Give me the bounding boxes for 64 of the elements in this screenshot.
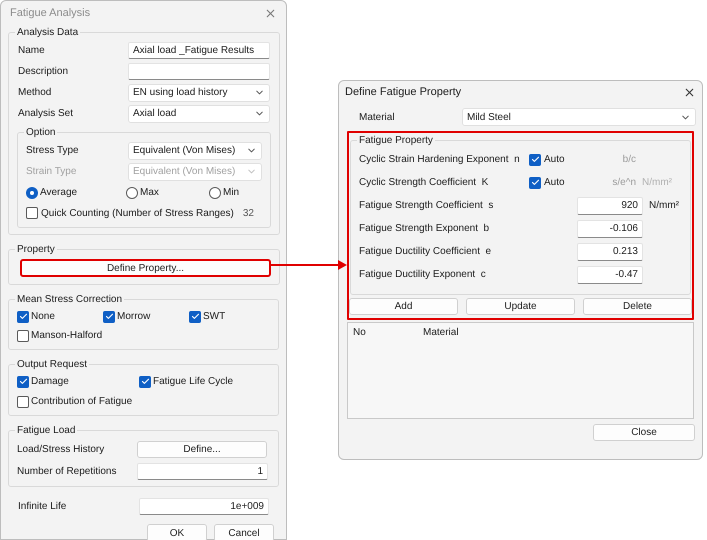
- dialog-button[interactable]: Close: [593, 424, 695, 441]
- field-label: Number of Repetitions: [17, 464, 118, 478]
- field-label: Material: [359, 110, 396, 124]
- field-label: Name: [17, 44, 46, 58]
- window-title: Define Fatigue Property: [345, 84, 462, 100]
- checkbox-label: Manson-Halford: [31, 329, 102, 343]
- group-label: Analysis Data: [16, 26, 80, 40]
- radio-label: Max: [140, 186, 159, 200]
- field-label: Fatigue Strength Coefficient s: [359, 199, 494, 213]
- checkbox-label: Quick Counting (Number of Stress Ranges): [41, 206, 235, 220]
- dialog-button[interactable]: Define Property...: [20, 259, 271, 277]
- formula-text: b/c: [622, 153, 636, 167]
- checkbox-label: SWT: [203, 310, 226, 324]
- checkbox-label: Fatigue Life Cycle: [153, 375, 234, 389]
- dialog-button[interactable]: Cancel: [214, 524, 274, 540]
- group-label: Property: [16, 243, 56, 257]
- field-label: Stress Type: [26, 144, 80, 158]
- dialog-button[interactable]: Delete: [583, 298, 692, 315]
- checkbox-label: None: [31, 310, 55, 324]
- input-field[interactable]: -0.47: [577, 266, 643, 284]
- radio-label: Min: [223, 186, 240, 200]
- input-field[interactable]: Axial load _Fatigue Results: [128, 42, 270, 59]
- dropdown[interactable]: EN using load history: [128, 84, 270, 102]
- unit-label: N/mm²: [649, 199, 679, 213]
- dialog-button[interactable]: Define...: [137, 440, 267, 458]
- input-field[interactable]: 0.213: [577, 242, 643, 260]
- input-field[interactable]: -0.106: [577, 220, 643, 238]
- column-header[interactable]: Material: [423, 324, 459, 340]
- group-label: Output Request: [16, 358, 88, 372]
- formula-text: s/e^n: [611, 176, 636, 190]
- checkbox-label: Contribution of Fatigue: [31, 395, 132, 409]
- dialog-button[interactable]: OK: [147, 524, 207, 540]
- unit-label: N/mm²: [642, 176, 672, 190]
- checkbox-label: Auto: [544, 176, 565, 190]
- count-value: 32: [242, 206, 255, 220]
- input-field[interactable]: 1e+009: [139, 498, 269, 514]
- input-field[interactable]: 920: [577, 196, 643, 214]
- group-label: Fatigue Load: [16, 424, 76, 438]
- group-label: Fatigue Property: [358, 134, 434, 148]
- field-label: Description: [17, 65, 70, 79]
- dialog-button[interactable]: Update: [466, 298, 575, 315]
- input-field[interactable]: 1: [137, 462, 268, 480]
- field-label: Strain Type: [26, 165, 78, 179]
- checkbox-label: Morrow: [117, 310, 150, 324]
- field-label: Infinite Life: [18, 500, 68, 514]
- window-title: Fatigue Analysis: [10, 6, 90, 21]
- radio-label: Average: [40, 186, 78, 200]
- field-label: Fatigue Ductility Exponent c: [359, 268, 487, 282]
- group-label: Mean Stress Correction: [16, 293, 124, 307]
- dropdown[interactable]: Equivalent (Von Mises): [128, 142, 262, 160]
- field-label: Analysis Set: [17, 107, 74, 121]
- field-label: Load/Stress History: [17, 442, 106, 456]
- group-label: Option: [25, 126, 56, 140]
- dialog-button[interactable]: Add: [349, 298, 458, 315]
- field-label: Fatigue Ductility Coefficient e: [359, 245, 492, 259]
- field-label: Fatigue Strength Exponent b: [359, 222, 490, 236]
- field-label: Cyclic Strength Coefficient K: [359, 176, 490, 190]
- dropdown[interactable]: Mild Steel: [462, 108, 696, 126]
- dropdown[interactable]: Axial load: [128, 104, 270, 122]
- field-label: Method: [17, 86, 52, 100]
- column-header[interactable]: No: [353, 324, 423, 340]
- checkbox-label: Damage: [31, 375, 69, 389]
- checkbox-label: Auto: [544, 153, 565, 167]
- field-label: Cyclic Strain Hardening Exponent n: [359, 153, 521, 167]
